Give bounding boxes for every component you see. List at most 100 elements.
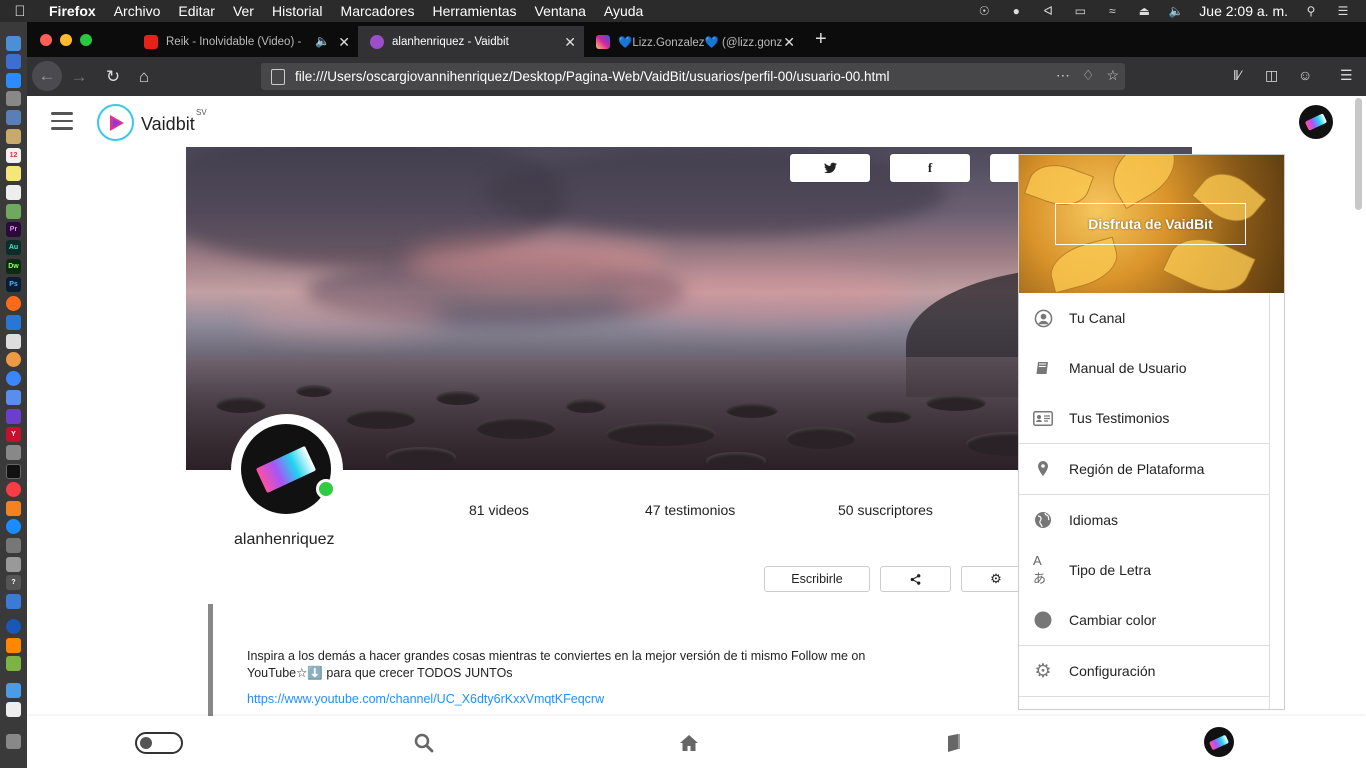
vaidbit-logo-icon[interactable] [97,104,134,141]
audition-icon[interactable]: Au [6,240,21,255]
volume-icon[interactable]: 🔈 [1167,4,1185,18]
photoshop-icon[interactable]: Ps [6,277,21,292]
home-icon[interactable] [676,730,702,756]
dreamweaver-icon[interactable]: Dw [6,259,21,274]
eject-icon[interactable]: ⏏ [1135,4,1153,18]
reminders-icon[interactable] [6,185,21,200]
generic-app-icon[interactable] [6,557,21,572]
android-icon[interactable] [6,656,21,671]
vlc-icon[interactable] [6,638,21,653]
menu-archivo[interactable]: Archivo [105,3,170,19]
facebook-button[interactable]: f [890,154,970,182]
stat-videos[interactable]: 81 videos [469,502,529,518]
close-tab-icon[interactable]: ✕ [338,34,350,51]
speaker-icon[interactable]: 🔈 [315,34,330,48]
messages-icon[interactable] [6,390,21,405]
xcode-icon[interactable] [6,594,21,609]
notification-center-icon[interactable]: ☰ [1334,4,1352,18]
dropdown-item-cambiar-color[interactable]: Cambiar color [1019,595,1269,645]
bottom-avatar[interactable] [1204,727,1234,757]
url-text[interactable]: file:///Users/oscargiovannihenriquez/Des… [295,69,890,84]
menu-herramientas[interactable]: Herramientas [423,3,525,19]
ibooks-icon[interactable] [6,501,21,516]
notes-icon[interactable] [6,166,21,181]
minimize-window-button[interactable] [60,34,72,46]
preview-icon[interactable] [6,334,21,349]
calendar-icon[interactable]: 12 [6,148,21,163]
downloads-folder-icon[interactable] [6,683,21,698]
account-icon[interactable]: ☺ [1298,67,1312,83]
sidebar-icon[interactable]: ◫ [1265,67,1278,84]
browser-icon[interactable] [6,371,21,386]
safari-icon[interactable] [6,73,21,88]
edge-icon[interactable] [6,619,21,634]
menu-editar[interactable]: Editar [169,3,224,19]
dropdown-item-region[interactable]: Región de Plataforma [1019,444,1269,494]
menu-ayuda[interactable]: Ayuda [595,3,652,19]
creative-cloud-icon[interactable]: ☉ [975,4,993,18]
rocket-icon[interactable] [6,91,21,106]
help-icon[interactable]: ? [6,575,21,590]
music-icon[interactable] [6,482,21,497]
dropdown-item-configuracion[interactable]: ⚙ Configuración [1019,646,1269,696]
enjoy-vaidbit-button[interactable]: Disfruta de VaidBit [1055,203,1246,245]
search-icon[interactable] [411,730,437,756]
teamviewer-icon[interactable] [6,315,21,330]
book-icon[interactable] [941,730,967,756]
new-tab-icon[interactable]: + [815,28,827,51]
menu-marcadores[interactable]: Marcadores [332,3,424,19]
app-store-icon[interactable] [6,519,21,534]
yelp-icon[interactable]: Y [6,427,21,442]
contacts-icon[interactable] [6,129,21,144]
theme-toggle[interactable] [135,732,183,754]
dropdown-item-manual[interactable]: Manual de Usuario [1019,343,1269,393]
dropdown-scrollbar[interactable] [1269,293,1270,709]
dropdown-item-testimonios[interactable]: Tus Testimonios [1019,393,1269,443]
finder-icon[interactable] [6,36,21,51]
terminal-icon[interactable] [6,464,21,479]
malwarebytes-icon[interactable]: ● [1007,4,1025,18]
page-scrollbar[interactable] [1355,98,1362,210]
bio-youtube-link[interactable]: https://www.youtube.com/channel/UC_X6dty… [247,692,604,706]
reload-icon[interactable]: ↻ [99,63,127,91]
close-tab-icon[interactable]: ✕ [564,34,576,51]
back-arrow-icon[interactable]: ← [32,61,62,91]
forward-arrow-icon[interactable]: → [65,63,93,91]
header-avatar[interactable] [1299,105,1333,139]
menu-ventana[interactable]: Ventana [526,3,595,19]
chrome-icon[interactable] [6,352,21,367]
menu-clock[interactable]: Jue 2:09 a. m. [1199,3,1288,19]
brand-name[interactable]: Vaidbit [141,114,195,135]
premiere-icon[interactable]: Pr [6,222,21,237]
menu-app-name[interactable]: Firefox [40,3,105,19]
firefox-icon[interactable] [6,296,21,311]
profile-avatar[interactable] [231,414,343,526]
wifi-icon[interactable]: ≈ [1103,4,1121,18]
spotlight-search-icon[interactable]: ⚲ [1302,4,1320,18]
dropdown-item-idiomas[interactable]: Idiomas [1019,495,1269,545]
hamburger-menu-icon[interactable]: ☰ [1340,67,1353,84]
photos-icon[interactable] [6,204,21,219]
disk-utility-icon[interactable] [6,445,21,460]
system-preferences-icon[interactable] [6,538,21,553]
twitter-button[interactable] [790,154,870,182]
airplay-icon[interactable]: ▭ [1071,4,1089,18]
stat-suscriptores[interactable]: 50 suscriptores [838,502,933,518]
tab-instagram[interactable]: 💙Lizz.Gonzalez💙 (@lizz.gonz ✕ [584,26,803,57]
apple-menu-icon[interactable]:  [0,3,40,20]
dropdown-item-canal[interactable]: Tu Canal [1019,293,1269,343]
bookmark-star-icon[interactable]: ☆ [1106,67,1119,84]
document-icon[interactable] [6,702,21,717]
library-icon[interactable]: ‖⁄ [1233,67,1241,83]
close-tab-icon[interactable]: ✕ [783,34,795,51]
mail-icon[interactable] [6,110,21,125]
url-bar[interactable]: file:///Users/oscargiovannihenriquez/Des… [261,63,1125,90]
menu-ver[interactable]: Ver [224,3,263,19]
launchpad-icon[interactable] [6,54,21,69]
tab-reik[interactable]: Reik - Inolvidable (Video) - 🔈 ✕ [132,26,358,57]
dropdown-item-tipo-letra[interactable]: Aあ Tipo de Letra [1019,545,1269,595]
share-button[interactable] [880,566,951,592]
trash-icon[interactable] [6,734,21,749]
site-menu-icon[interactable] [51,112,73,135]
app-icon[interactable] [6,409,21,424]
